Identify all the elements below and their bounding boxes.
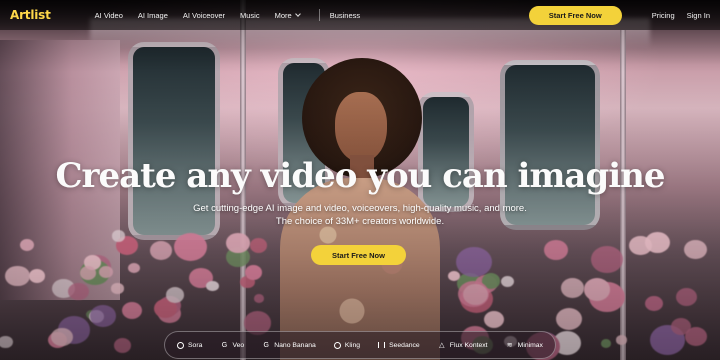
- nav-business[interactable]: Business: [330, 11, 360, 20]
- nav-ai-image[interactable]: AI Image: [138, 11, 168, 20]
- model-label: Minimax: [517, 341, 543, 349]
- top-nav: Artlist AI Video AI Image AI Voiceover M…: [0, 0, 720, 30]
- nav-divider: [318, 9, 320, 21]
- nav-sign-in[interactable]: Sign In: [687, 11, 710, 20]
- model-flux-kontext[interactable]: △ Flux Kontext: [438, 341, 488, 350]
- openai-icon: [177, 341, 184, 349]
- bars-icon: [378, 342, 386, 348]
- nav-music[interactable]: Music: [240, 11, 260, 20]
- start-free-button-hero[interactable]: Start Free Now: [311, 245, 406, 265]
- nav-ai-video[interactable]: AI Video: [95, 11, 123, 20]
- kling-icon: [333, 341, 341, 349]
- model-label: Kling: [344, 341, 361, 349]
- model-minimax[interactable]: ≋ Minimax: [506, 341, 543, 350]
- hero-subtitle: Get cutting-edge AI image and video, voi…: [193, 203, 527, 214]
- nav-ai-voiceover[interactable]: AI Voiceover: [183, 11, 225, 20]
- model-sora[interactable]: Sora: [177, 341, 203, 349]
- model-veo[interactable]: G Veo: [220, 341, 244, 349]
- flux-icon: △: [439, 342, 445, 349]
- start-free-button-nav[interactable]: Start Free Now: [528, 5, 622, 25]
- model-nano-banana[interactable]: G Nano Banana: [262, 341, 316, 349]
- nav-pricing[interactable]: Pricing: [652, 11, 675, 20]
- model-label: Veo: [232, 341, 245, 349]
- nav-more-label: More: [274, 10, 292, 20]
- wave-icon: ≋: [506, 342, 513, 349]
- model-label: Nano Banana: [274, 341, 316, 349]
- hero-headline: Create any video you can imagine: [55, 156, 666, 196]
- chevron-down-icon: [294, 11, 301, 17]
- google-icon: G: [263, 341, 269, 349]
- model-label: Flux Kontext: [449, 341, 488, 349]
- nav-more[interactable]: More: [274, 10, 301, 20]
- model-seedance[interactable]: Seedance: [378, 342, 420, 349]
- hero-section: Artlist AI Video AI Image AI Voiceover M…: [0, 0, 720, 360]
- hero-subtitle-creators: The choice of 33M+ creators worldwide.: [275, 216, 445, 227]
- ai-models-bar: Sora G Veo G Nano Banana Kling Seedance …: [164, 331, 556, 359]
- model-label: Seedance: [389, 341, 420, 349]
- google-icon: G: [221, 341, 228, 349]
- model-label: Sora: [188, 341, 203, 349]
- model-kling[interactable]: Kling: [333, 341, 361, 349]
- artlist-logo[interactable]: Artlist: [10, 8, 51, 22]
